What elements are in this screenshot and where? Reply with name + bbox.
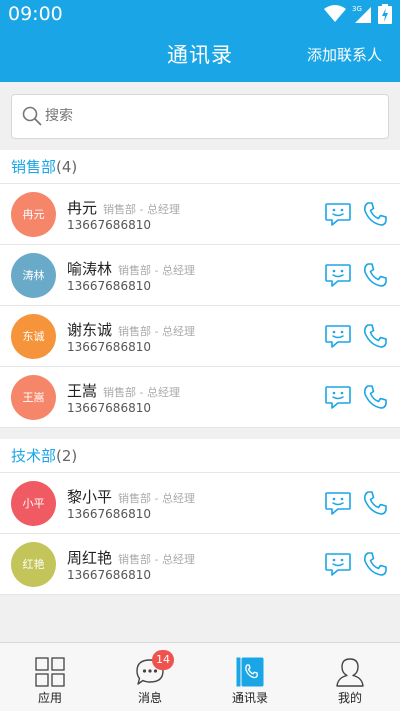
message-icon[interactable] xyxy=(324,385,352,411)
profile-icon xyxy=(336,658,364,687)
status-time: 09:00 xyxy=(8,3,63,25)
message-icon[interactable] xyxy=(324,263,352,289)
add-contact-button[interactable]: 添加联系人 xyxy=(307,28,382,82)
phone-icon[interactable] xyxy=(362,323,388,349)
search-input[interactable] xyxy=(45,95,375,138)
phone-icon[interactable] xyxy=(362,201,388,227)
contact-phone: 13667686810 xyxy=(67,340,151,354)
network-type: 3G xyxy=(352,5,362,13)
nav-bar: 通讯录 添加联系人 xyxy=(0,28,400,82)
contacts-book-icon xyxy=(236,657,264,687)
tab-apps[interactable]: 应用 xyxy=(0,643,100,711)
tab-label: 消息 xyxy=(137,691,162,705)
contact-title: 销售部 - 总经理 xyxy=(118,325,195,338)
section-tech: 技术部(2) 小平 黎小平 销售部 - 总经理 13667686810 红艳 周红… xyxy=(0,439,400,595)
section-count: (2) xyxy=(56,447,78,465)
contact-phone: 13667686810 xyxy=(67,279,151,293)
unread-badge: 14 xyxy=(152,650,174,670)
contact-name: 王嵩 xyxy=(67,382,98,400)
section-count: (4) xyxy=(56,158,78,176)
message-icon[interactable] xyxy=(324,552,352,578)
tab-label: 我的 xyxy=(337,691,362,705)
contact-name: 黎小平 xyxy=(67,488,113,506)
contact-row[interactable]: 东诚 谢东诚 销售部 - 总经理 13667686810 xyxy=(0,306,400,367)
battery-icon xyxy=(378,4,392,24)
avatar: 涛林 xyxy=(11,253,56,298)
tab-contacts[interactable]: 通讯录 xyxy=(200,643,300,711)
section-header[interactable]: 技术部(2) xyxy=(0,439,400,473)
avatar: 冉元 xyxy=(11,192,56,237)
contact-title: 销售部 - 总经理 xyxy=(118,492,195,505)
message-icon[interactable] xyxy=(324,324,352,350)
contact-row[interactable]: 冉元 冉元 销售部 - 总经理 13667686810 xyxy=(0,184,400,245)
message-icon[interactable] xyxy=(324,202,352,228)
section-sales: 销售部(4) 冉元 冉元 销售部 - 总经理 13667686810 涛林 喻涛林… xyxy=(0,150,400,428)
contact-name: 谢东诚 xyxy=(67,321,113,339)
contact-phone: 13667686810 xyxy=(67,568,151,582)
avatar: 红艳 xyxy=(11,542,56,587)
contact-title: 销售部 - 总经理 xyxy=(103,203,180,216)
contact-row[interactable]: 红艳 周红艳 销售部 - 总经理 13667686810 xyxy=(0,534,400,595)
contact-title: 销售部 - 总经理 xyxy=(118,553,195,566)
search-box[interactable] xyxy=(11,94,389,139)
contact-name: 冉元 xyxy=(67,199,98,217)
section-name: 销售部 xyxy=(11,158,57,176)
phone-icon[interactable] xyxy=(362,262,388,288)
contact-row[interactable]: 涛林 喻涛林 销售部 - 总经理 13667686810 xyxy=(0,245,400,306)
phone-icon[interactable] xyxy=(362,384,388,410)
contact-title: 销售部 - 总经理 xyxy=(103,386,180,399)
tab-label: 通讯录 xyxy=(231,691,268,705)
status-icons: 3G xyxy=(324,3,392,25)
cellular-signal-icon: 3G xyxy=(352,5,371,23)
contact-row[interactable]: 小平 黎小平 销售部 - 总经理 13667686810 xyxy=(0,473,400,534)
section-header[interactable]: 销售部(4) xyxy=(0,150,400,184)
wifi-icon xyxy=(324,5,346,22)
search-icon xyxy=(22,106,42,126)
tab-profile[interactable]: 我的 xyxy=(300,643,400,711)
search-area xyxy=(0,82,400,150)
contact-phone: 13667686810 xyxy=(67,401,151,415)
contact-phone: 13667686810 xyxy=(67,218,151,232)
tab-label: 应用 xyxy=(37,691,62,705)
section-name: 技术部 xyxy=(11,447,57,465)
apps-grid-icon xyxy=(35,657,65,687)
message-icon[interactable] xyxy=(324,491,352,517)
status-bar: 09:00 3G xyxy=(0,0,400,28)
phone-icon[interactable] xyxy=(362,551,388,577)
contact-title: 销售部 - 总经理 xyxy=(118,264,195,277)
contact-name: 周红艳 xyxy=(67,549,113,567)
contact-phone: 13667686810 xyxy=(67,507,151,521)
avatar: 东诚 xyxy=(11,314,56,359)
avatar: 小平 xyxy=(11,481,56,526)
contact-row[interactable]: 王嵩 王嵩 销售部 - 总经理 13667686810 xyxy=(0,367,400,428)
tab-bar: 应用 14 消息 通讯录 我的 xyxy=(0,642,400,711)
phone-icon[interactable] xyxy=(362,490,388,516)
avatar: 王嵩 xyxy=(11,375,56,420)
tab-messages[interactable]: 14 消息 xyxy=(100,643,200,711)
contact-name: 喻涛林 xyxy=(67,260,113,278)
